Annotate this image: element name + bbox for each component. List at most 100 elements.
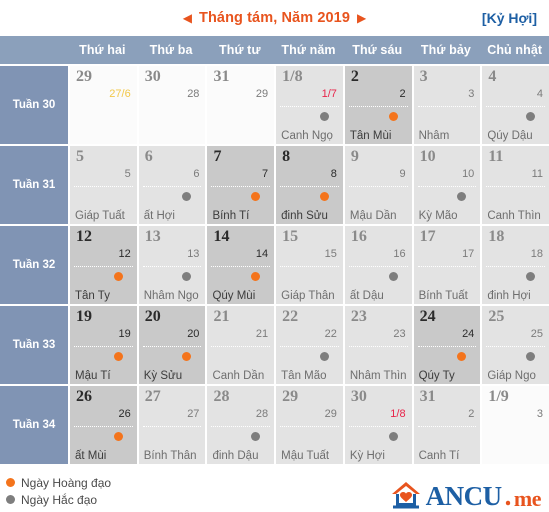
hac-dao-dot-icon	[182, 192, 192, 201]
hoang-dao-dot-icon	[319, 192, 329, 201]
solar-date: 31	[213, 68, 230, 85]
day-cell[interactable]: 20 20 Kỳ Sửu	[138, 306, 206, 384]
cell-divider	[417, 426, 477, 427]
day-cell[interactable]: 14 14 Qúy Mùi	[207, 226, 275, 304]
hac-dao-dot-icon	[6, 495, 15, 504]
day-cell[interactable]: 23 23 Nhâm Thìn	[344, 306, 412, 384]
cell-divider	[348, 426, 408, 427]
day-cell[interactable]: 18 18 đinh Hợi	[482, 226, 549, 304]
solar-date: 11	[488, 148, 504, 165]
legend-label: Ngày Hoàng đạo	[21, 475, 112, 490]
lunar-date: 2	[468, 408, 475, 420]
day-cell[interactable]: 25 25 Giáp Ngo	[482, 306, 549, 384]
cell-divider	[211, 346, 271, 347]
day-cell[interactable]: 17 17 Bính Tuất	[413, 226, 481, 304]
can-chi-label: Giáp Tuất	[75, 210, 125, 222]
day-cell[interactable]: 6 6 ất Hợi	[138, 146, 206, 224]
day-cell[interactable]: 16 16 ất Dậu	[344, 226, 412, 304]
lunar-date: 17	[462, 248, 475, 260]
can-chi-label: Tân Ty	[75, 290, 110, 302]
solar-date: 24	[419, 308, 436, 325]
day-cell[interactable]: 5 5 Giáp Tuất	[70, 146, 137, 224]
can-chi-label: Kỳ Mão	[418, 210, 458, 222]
solar-date: 29	[76, 68, 92, 85]
day-cell[interactable]: 3 3 Nhâm	[413, 66, 481, 144]
lunar-date: 1/7	[321, 88, 337, 100]
lunar-date: 28	[255, 408, 269, 420]
calendar-page: ◀ Tháng tám, Năm 2019 ▶ [Kỷ Hợi] Thứ hai…	[0, 0, 549, 512]
solar-date: 4	[488, 68, 497, 85]
cell-divider	[142, 266, 202, 267]
lunar-date: 24	[462, 328, 475, 340]
day-cell[interactable]: 13 13 Nhâm Ngo	[138, 226, 206, 304]
weekday-sun: Chủ nhật	[487, 43, 543, 57]
solar-date: 12	[76, 228, 92, 245]
cell-divider	[142, 426, 202, 427]
can-chi-label: Tân Mão	[281, 370, 327, 382]
day-cell[interactable]: 24 24 Qúy Ty	[413, 306, 481, 384]
cell-divider	[348, 266, 408, 267]
lunar-date: 6	[193, 168, 200, 180]
day-cell[interactable]: 8 8 đinh Sửu	[276, 146, 343, 224]
day-cell[interactable]: 29 27/6	[70, 66, 137, 144]
solar-date: 9	[350, 148, 359, 165]
calendar-grid: Tuần 30 29 27/6 30 28 31 29 1/8 1/7 Canh Ngọ 2 2 Tân…	[0, 64, 549, 464]
lunar-date: 16	[393, 248, 406, 260]
hac-dao-dot-icon	[526, 112, 536, 121]
day-cell[interactable]: 15 15 Giáp Thân	[276, 226, 343, 304]
next-month-arrow-icon[interactable]: ▶	[357, 12, 366, 24]
hac-dao-dot-icon	[457, 192, 467, 201]
hoang-dao-dot-icon	[457, 352, 467, 361]
solar-date: 1/8	[282, 68, 303, 85]
site-logo[interactable]: ANCU . me	[389, 480, 542, 510]
can-chi-label: Canh Dần	[212, 370, 265, 382]
can-chi-label: Nhâm Thìn	[349, 370, 407, 382]
day-cell[interactable]: 28 28 đinh Dậu	[207, 386, 275, 464]
cell-divider	[142, 346, 202, 347]
month-navigation: ◀ Tháng tám, Năm 2019 ▶	[183, 10, 366, 26]
day-cell[interactable]: 29 29 Mậu Tuất	[276, 386, 343, 464]
day-cell[interactable]: 12 12 Tân Ty	[70, 226, 137, 304]
cell-divider	[348, 186, 408, 187]
weekday-sat: Thứ bảy	[420, 43, 471, 57]
day-cell[interactable]: 26 26 ất Mùi	[70, 386, 137, 464]
day-cell[interactable]: 30 1/8 Kỳ Hợi	[344, 386, 412, 464]
cell-divider	[211, 266, 271, 267]
solar-date: 2	[350, 68, 359, 85]
can-chi-label: Qúy Dậu	[487, 130, 533, 142]
can-chi-label: Mậu Tí	[75, 370, 111, 382]
day-cell[interactable]: 2 2 Tân Mùi	[344, 66, 412, 144]
day-cell[interactable]: 7 7 Bính Tí	[207, 146, 275, 224]
day-cell[interactable]: 10 10 Kỳ Mão	[413, 146, 481, 224]
day-cell[interactable]: 31 29	[207, 66, 275, 144]
day-cell[interactable]: 9 9 Mậu Dần	[344, 146, 412, 224]
day-cell[interactable]: 21 21 Canh Dần	[207, 306, 275, 384]
solar-date: 22	[282, 308, 299, 325]
day-cell[interactable]: 1/8 1/7 Canh Ngọ	[276, 66, 343, 144]
day-cell[interactable]: 11 11 Canh Thìn	[482, 146, 549, 224]
can-chi-label: Giáp Thân	[281, 290, 335, 302]
cell-divider	[74, 266, 133, 267]
lunar-date: 5	[124, 168, 131, 180]
weekday-wed: Thứ tư	[218, 43, 261, 57]
can-chi-label: Bính Tuất	[418, 290, 468, 302]
hac-dao-dot-icon	[182, 272, 192, 281]
day-cell[interactable]: 27 27 Bính Thân	[138, 386, 206, 464]
prev-month-arrow-icon[interactable]: ◀	[183, 12, 192, 24]
calendar-week-row: Tuần 33 19 19 Mậu Tí 20 20 Kỳ Sửu 21 21 Canh Dần 2…	[0, 306, 549, 384]
cell-divider	[417, 346, 477, 347]
day-cell[interactable]: 31 2 Canh Tí	[413, 386, 481, 464]
cell-divider	[280, 106, 339, 107]
solar-date: 19	[76, 308, 92, 325]
day-cell[interactable]: 30 28	[138, 66, 206, 144]
week-number-label: Tuần 34	[0, 386, 68, 464]
lunar-date: 14	[255, 248, 269, 260]
day-cell[interactable]: 1/9 3	[482, 386, 549, 464]
day-cell[interactable]: 4 4 Qúy Dậu	[482, 66, 549, 144]
solar-date: 21	[213, 308, 230, 325]
solar-date: 14	[213, 228, 230, 245]
day-cell[interactable]: 19 19 Mậu Tí	[70, 306, 137, 384]
hoang-dao-dot-icon	[251, 192, 261, 201]
hac-dao-dot-icon	[388, 432, 398, 441]
day-cell[interactable]: 22 22 Tân Mão	[276, 306, 343, 384]
